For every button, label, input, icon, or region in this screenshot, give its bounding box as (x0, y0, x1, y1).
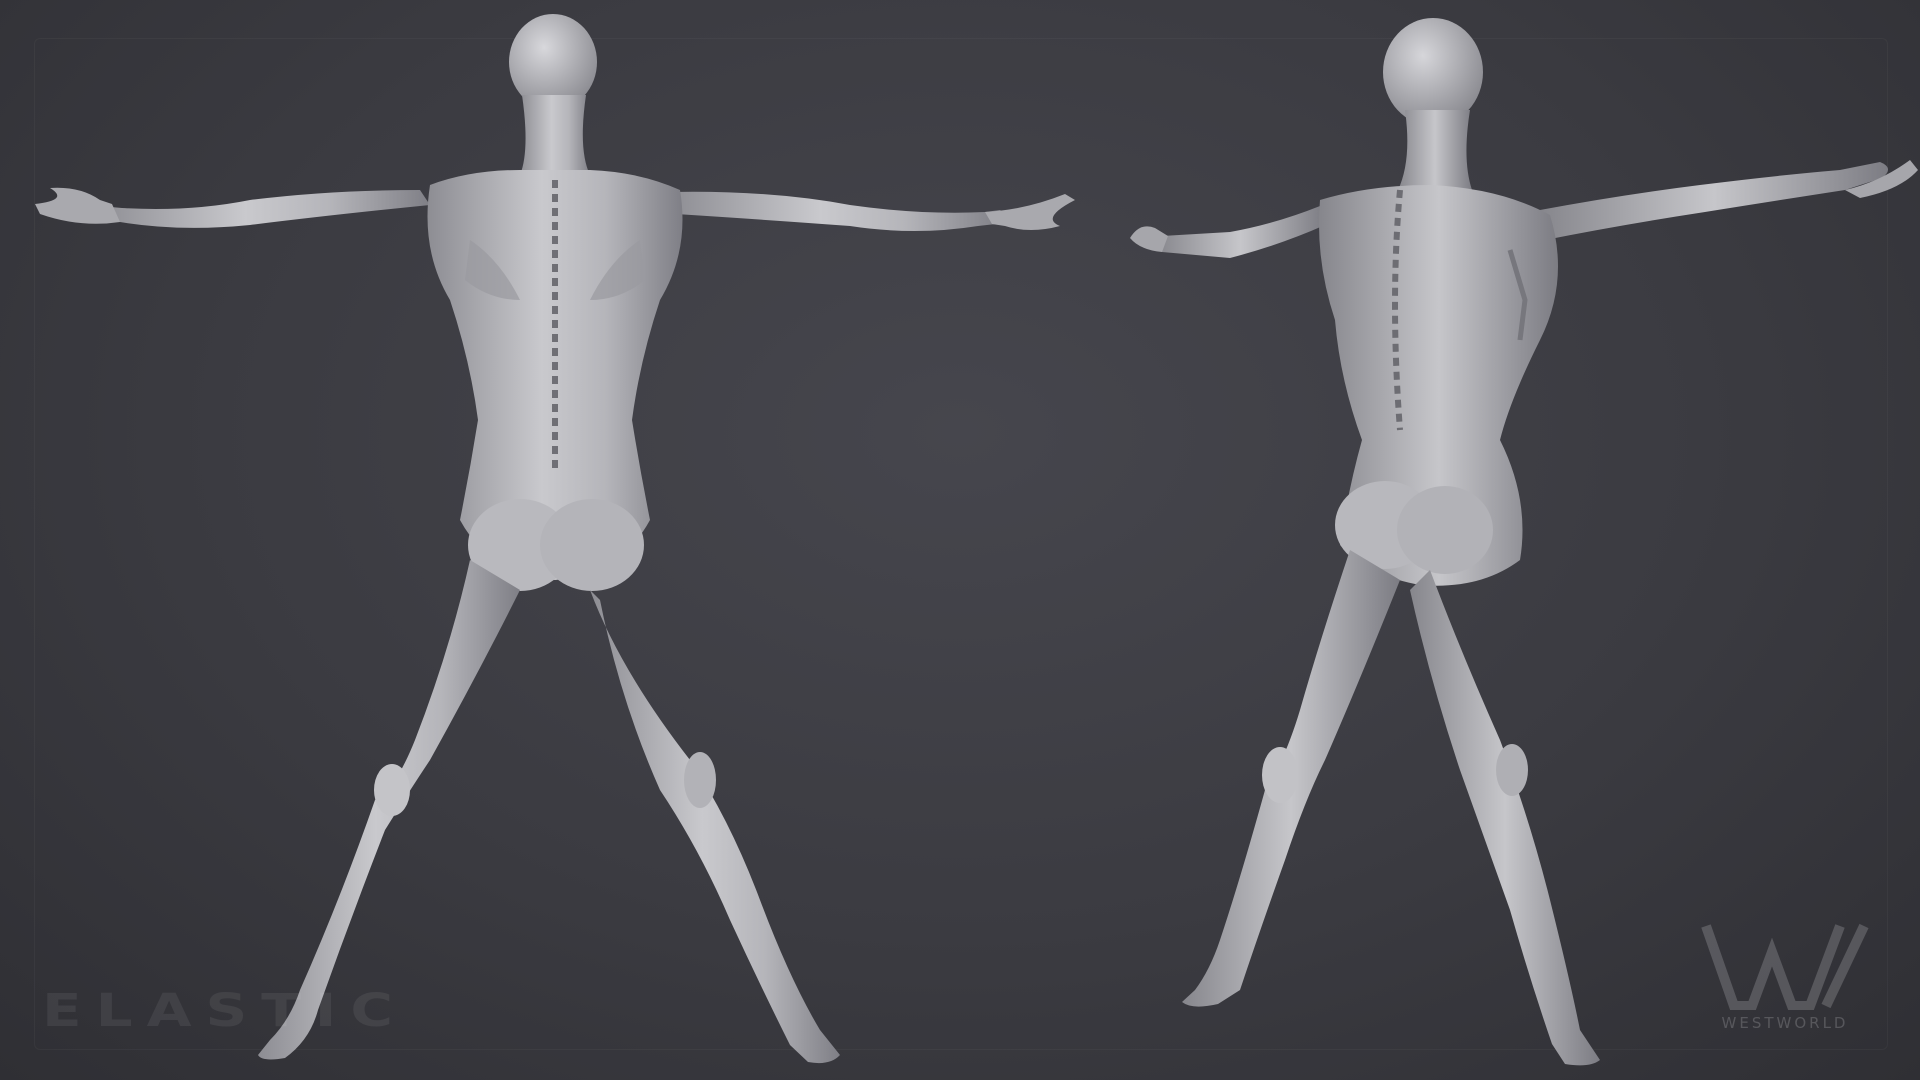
westworld-w-logo-icon (1700, 922, 1870, 1010)
elastic-watermark: ELASTIC (42, 984, 407, 1038)
anatomy-figure-back-icon (35, 14, 1075, 1064)
westworld-watermark-text: WESTWORLD (1721, 1014, 1849, 1032)
westworld-watermark: WESTWORLD (1690, 918, 1880, 1038)
anatomy-figure-back (0, 0, 1100, 1080)
render-viewport: ELASTIC WESTWORLD (0, 0, 1920, 1080)
